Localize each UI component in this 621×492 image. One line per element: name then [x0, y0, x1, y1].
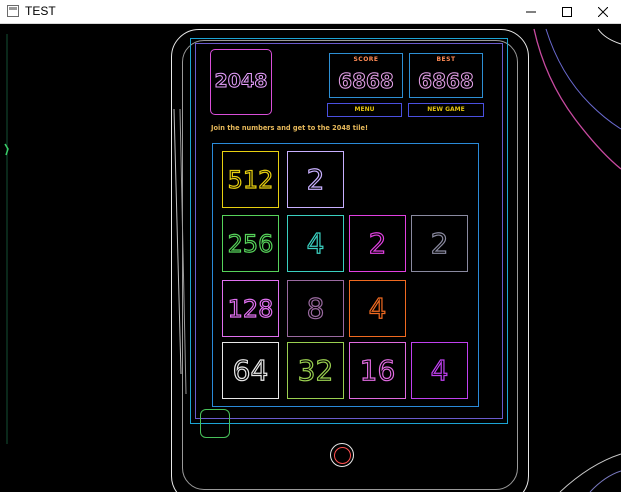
- game-logo: 2048: [210, 49, 272, 115]
- score-box: SCORE 6868: [329, 53, 403, 98]
- board-tile: 4: [411, 342, 468, 399]
- board-tile: 2: [287, 151, 344, 208]
- board-tile: 32: [287, 342, 344, 399]
- tablet-home-button: [330, 443, 354, 467]
- board-tile: 512: [222, 151, 279, 208]
- board-tile: 256: [222, 215, 279, 272]
- tile-value: 64: [232, 353, 269, 387]
- best-score-box: BEST 6868: [409, 53, 483, 98]
- best-label: BEST: [436, 56, 456, 63]
- app-icon: [7, 5, 19, 17]
- board-tile: 2: [349, 215, 406, 272]
- score-value: 6868: [338, 69, 395, 94]
- tile-value: 128: [227, 294, 274, 323]
- tile-value: 512: [227, 165, 274, 194]
- logo-text: 2048: [214, 70, 268, 93]
- close-icon: [598, 7, 608, 17]
- window-titlebar[interactable]: TEST: [0, 0, 621, 24]
- best-value: 6868: [418, 69, 475, 94]
- tile-value: 4: [368, 291, 387, 325]
- board-tile: 64: [222, 342, 279, 399]
- score-label: SCORE: [353, 56, 379, 63]
- menu-button[interactable]: MENU: [327, 103, 402, 117]
- board-tile: 8: [287, 280, 344, 337]
- tile-value: 2: [368, 226, 387, 260]
- tile-value: 32: [297, 353, 334, 387]
- tile-value: 2: [430, 226, 449, 260]
- board-tile: 128: [222, 280, 279, 337]
- tile-value: 16: [359, 353, 396, 387]
- board-tile: 4: [287, 215, 344, 272]
- maximize-button[interactable]: [549, 0, 585, 24]
- window-title: TEST: [25, 4, 56, 18]
- tile-value: 2: [306, 162, 325, 196]
- minimize-icon: [526, 11, 536, 13]
- board-tile: 2: [411, 215, 468, 272]
- board-tile: 4: [349, 280, 406, 337]
- tile-value: 4: [430, 353, 449, 387]
- new-game-button[interactable]: NEW GAME: [408, 103, 484, 117]
- close-button[interactable]: [585, 0, 621, 24]
- maximize-icon: [562, 7, 572, 17]
- tile-value: 8: [306, 291, 325, 325]
- tile-value: 4: [306, 226, 325, 260]
- camera-view: 2048 SCORE 6868 BEST 6868 MENU NEW GAME …: [0, 24, 621, 492]
- minimize-button[interactable]: [513, 0, 549, 24]
- corner-thumbnail: [200, 409, 230, 438]
- tile-value: 256: [227, 229, 274, 258]
- game-tagline: Join the numbers and get to the 2048 til…: [211, 124, 368, 132]
- board-tile: 16: [349, 342, 406, 399]
